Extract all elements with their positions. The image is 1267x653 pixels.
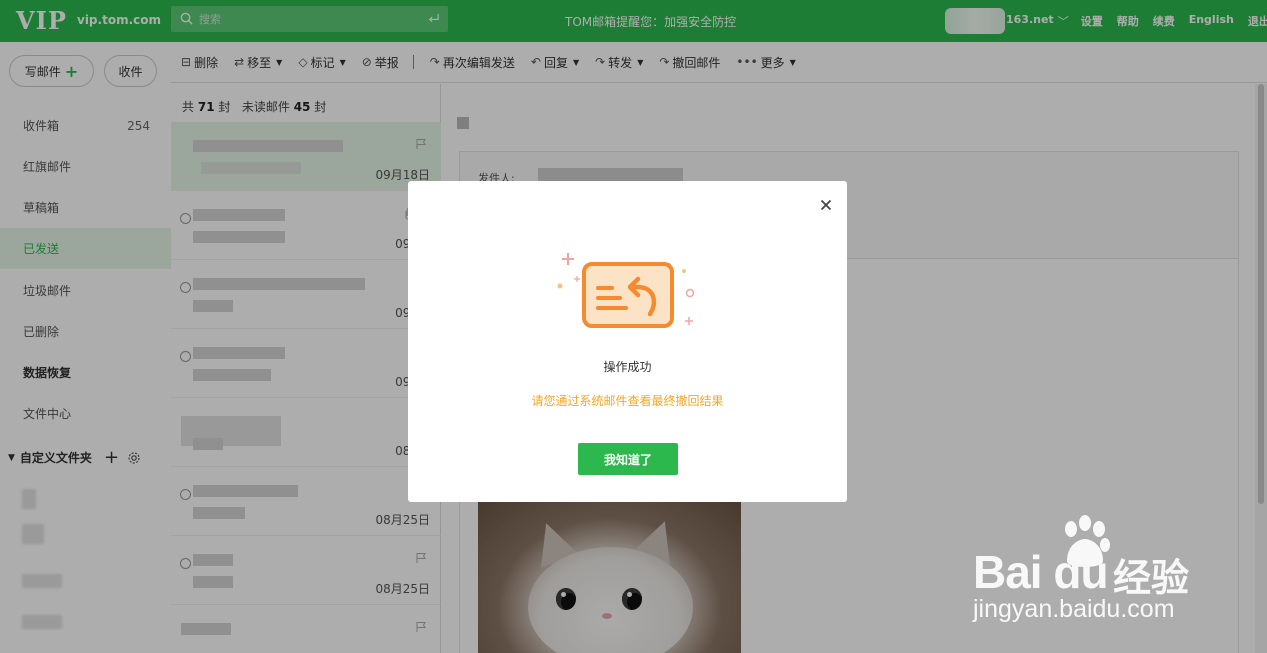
dialog-subtitle: 请您通过系统邮件查看最终撤回结果 [531,394,724,408]
watermark-cn: 经验 [1113,556,1190,600]
dialog-title: 操作成功 [603,360,652,374]
close-icon[interactable] [820,199,832,211]
paw-icon [1065,515,1110,567]
recall-success-icon [557,253,695,328]
watermark-url: jingyan.baidu.com [973,595,1175,623]
success-dialog: 操作成功 请您通过系统邮件查看最终撤回结果 我知道了 [408,181,847,502]
ok-button[interactable]: 我知道了 [578,443,678,475]
